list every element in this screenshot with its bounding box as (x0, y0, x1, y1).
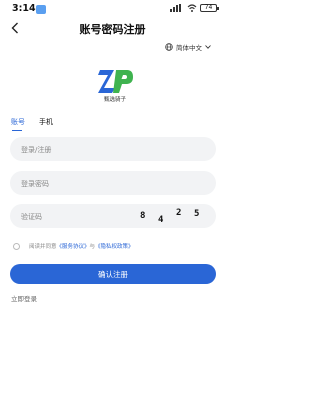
zp-logo-icon (98, 70, 133, 93)
wifi-icon (187, 4, 197, 12)
password-input[interactable] (10, 172, 216, 196)
password-field (10, 171, 216, 196)
captcha-input[interactable] (10, 205, 135, 229)
language-label: 简体中文 (176, 44, 202, 52)
header: 账号密码注册 (0, 17, 225, 39)
captcha-digit: 4 (158, 215, 164, 225)
chevron-down-icon (205, 45, 211, 49)
brand-logo: 甄选骑子 (96, 68, 134, 103)
tab-phone[interactable]: 手机 (39, 117, 53, 131)
signal-icon (170, 4, 181, 12)
confirm-register-button[interactable]: 确认注册 (10, 264, 216, 284)
agreement: 阅读并同意 《服务协议》 与 《隐私权政策》 (13, 242, 134, 250)
agreement-checkbox[interactable] (13, 242, 20, 250)
globe-icon (165, 43, 173, 51)
captcha-digit: 8 (140, 211, 146, 221)
status-icons: 74 (170, 4, 219, 12)
language-selector[interactable]: 简体中文 (165, 42, 211, 52)
battery-icon: 74 (200, 4, 219, 12)
captcha-digit: 5 (194, 209, 200, 219)
brand-name: 甄选骑子 (103, 97, 126, 103)
agreement-text: 阅读并同意 (29, 244, 57, 250)
login-now-link[interactable]: 立即登录 (11, 293, 37, 303)
captcha-field: 8 4 2 5 (10, 204, 216, 229)
tab-account[interactable]: 账号 (11, 117, 25, 131)
captcha-image[interactable]: 8 4 2 5 (138, 207, 204, 225)
notification-icon (36, 5, 46, 14)
page-title: 账号密码注册 (79, 23, 146, 36)
privacy-policy-link[interactable]: 《隐私权政策》 (95, 242, 134, 250)
login-tabs: 账号 手机 (11, 117, 53, 131)
account-field (10, 137, 216, 162)
account-input[interactable] (10, 138, 216, 162)
status-time: 3:14 (12, 3, 36, 14)
service-agreement-link[interactable]: 《服务协议》 (57, 242, 90, 250)
captcha-digit: 2 (176, 208, 182, 218)
